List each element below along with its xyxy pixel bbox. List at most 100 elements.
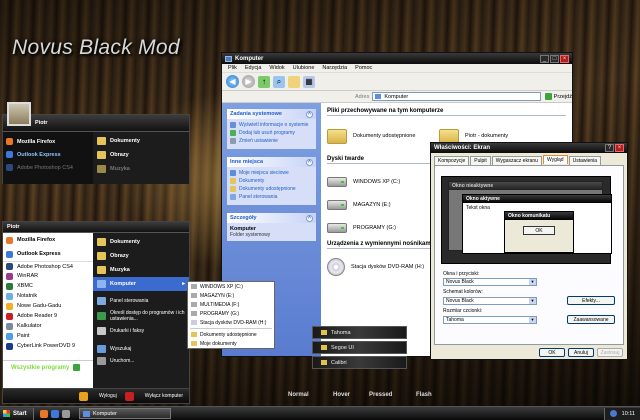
show-desktop-icon[interactable]	[62, 409, 70, 418]
pinned-programs: Mozilla Firefox Outlook Express Adobe Ph…	[3, 233, 93, 388]
search-icon[interactable]: ⌕	[273, 75, 285, 88]
outlook-icon[interactable]	[51, 409, 59, 418]
minimize-button[interactable]: _	[540, 54, 549, 63]
places-item[interactable]: Dokumenty	[93, 235, 189, 249]
menu-file[interactable]: Plik	[228, 65, 237, 71]
places-item[interactable]: Obrazy	[93, 249, 189, 263]
submenu-item[interactable]: Stacja dysków DVD-RAM (H:)	[188, 318, 274, 327]
places-item[interactable]: Wyszukaj	[93, 343, 189, 355]
program-item[interactable]: Paint	[3, 331, 93, 341]
place-link[interactable]: Dokumenty udostępnione	[230, 186, 313, 192]
submenu-item[interactable]: Dokumenty udostępnione	[188, 330, 274, 339]
views-icon[interactable]: ▦	[303, 75, 315, 88]
start-button[interactable]: Start	[0, 407, 34, 420]
explorer-titlebar[interactable]: Komputer _ □ ×	[222, 53, 572, 64]
firefox-icon[interactable]	[40, 409, 48, 418]
task-link[interactable]: Zmień ustawienie	[230, 138, 313, 144]
font-item-calibri[interactable]: Calibri	[312, 356, 407, 369]
program-item[interactable]: Mozilla Firefox	[3, 233, 93, 247]
taskbar-task-computer[interactable]: Komputer	[79, 408, 171, 419]
folders-icon[interactable]	[288, 75, 300, 88]
explorer-menubar: Plik Edycja Widok Ulubione Narzędzia Pom…	[222, 64, 572, 73]
program-item[interactable]: Nowe Gadu-Gadu	[3, 301, 93, 311]
collapse-icon[interactable]: ˄	[306, 110, 313, 118]
menu-view[interactable]: Widok	[269, 65, 284, 71]
program-item[interactable]: Notatnik	[3, 291, 93, 301]
place-link[interactable]: Moje miejsca sieciowe	[230, 170, 313, 176]
font-size-select[interactable]: Tahoma ▼	[443, 315, 537, 324]
places-label: Muzyka	[110, 166, 130, 172]
back-button[interactable]: ◀	[226, 75, 239, 88]
display-properties-dialog[interactable]: Właściwości: Ekran ? × Kompozycje Pulpit…	[430, 142, 628, 360]
close-button[interactable]: ×	[615, 144, 624, 152]
submenu-item[interactable]: WINDOWS XP (C:)	[188, 282, 274, 291]
task-link[interactable]: Dodaj lub usuń programy	[230, 130, 313, 136]
address-input[interactable]: Komputer	[372, 92, 541, 101]
program-item[interactable]: Adobe Photoshop CS4	[3, 161, 93, 174]
places-item[interactable]: Drukarki i faksy	[93, 325, 189, 337]
help-button[interactable]: ?	[605, 144, 614, 152]
apply-button[interactable]: Zastosuj	[597, 348, 623, 357]
pane-header[interactable]: Inne miejsca ˄	[227, 157, 316, 167]
tab-themes[interactable]: Kompozycje	[434, 156, 470, 165]
collapse-icon[interactable]: ˄	[306, 158, 313, 166]
collapse-icon[interactable]: ˄	[306, 214, 313, 222]
submenu-item[interactable]: MAGAZYN (E:)	[188, 291, 274, 300]
places-item[interactable]: Uruchom...	[93, 355, 189, 367]
pane-header[interactable]: Szczegóły ˄	[227, 213, 316, 223]
pane-header[interactable]: Zadania systemowe ˄	[227, 109, 316, 119]
go-button[interactable]: Przejdź	[544, 93, 572, 100]
task-link[interactable]: Wyświetl informacje o systemie	[230, 122, 313, 128]
ok-button[interactable]: OK	[539, 348, 565, 357]
program-item[interactable]: Adobe Reader 9	[3, 311, 93, 321]
places-label: Uruchom...	[110, 358, 135, 364]
clock[interactable]: 10:11	[622, 411, 635, 417]
close-button[interactable]: ×	[560, 54, 569, 63]
font-menu: Tahoma Segoe UI Calibri	[312, 326, 407, 371]
submenu-item[interactable]: Moje dokumenty	[188, 339, 274, 348]
advanced-button[interactable]: Zaawansowane	[567, 315, 615, 324]
color-scheme-select[interactable]: Novus Black ▼	[443, 296, 537, 305]
places-item[interactable]: Obrazy	[93, 148, 189, 162]
program-item[interactable]: Kalkulator	[3, 321, 93, 331]
program-item[interactable]: Adobe Photoshop CS4	[3, 261, 93, 271]
tab-screensaver[interactable]: Wygaszacz ekranu	[491, 156, 542, 165]
program-item[interactable]: XBMC	[3, 281, 93, 291]
program-item[interactable]: Outlook Express	[3, 247, 93, 261]
program-item[interactable]: Mozilla Firefox	[3, 135, 93, 148]
forward-button[interactable]: ▶	[242, 75, 255, 88]
place-link[interactable]: Dokumenty	[230, 178, 313, 184]
tab-settings[interactable]: Ustawienia	[568, 156, 602, 165]
shared-docs-item[interactable]: Dokumenty udostępnione	[327, 128, 439, 144]
submenu-item[interactable]: MULTIMEDIA (F:)	[188, 300, 274, 309]
font-item-tahoma[interactable]: Tahoma	[312, 326, 407, 339]
effects-button[interactable]: Efekty...	[567, 296, 615, 305]
up-folder-icon[interactable]: ↑	[258, 75, 270, 88]
menu-favorites[interactable]: Ulubione	[293, 65, 315, 71]
menu-edit[interactable]: Edycja	[245, 65, 262, 71]
places-item[interactable]: Dokumenty	[93, 134, 189, 148]
menu-help[interactable]: Pomoc	[355, 65, 372, 71]
submenu-arrow-icon: ▸	[182, 281, 185, 287]
tab-desktop[interactable]: Pulpit	[470, 156, 491, 165]
pane-title: Inne miejsca	[230, 159, 264, 165]
places-item[interactable]: Określ dostęp do programów i ich ustawie…	[93, 307, 189, 325]
dialog-titlebar[interactable]: Właściwości: Ekran ? ×	[431, 143, 627, 153]
program-item[interactable]: WinRAR	[3, 271, 93, 281]
menu-tools[interactable]: Narzędzia	[322, 65, 347, 71]
places-item[interactable]: Muzyka	[93, 263, 189, 277]
program-item[interactable]: CyberLink PowerDVD 9	[3, 341, 93, 351]
place-link[interactable]: Panel sterowania	[230, 194, 313, 200]
cancel-button[interactable]: Anuluj	[568, 348, 594, 357]
font-item-segoe[interactable]: Segoe UI	[312, 341, 407, 354]
places-item[interactable]: Panel sterowania	[93, 295, 189, 307]
all-programs-button[interactable]: Wszystkie programy	[3, 360, 93, 374]
places-item-computer[interactable]: Komputer ▸	[93, 277, 189, 291]
submenu-item[interactable]: PROGRAMY (G:)	[188, 309, 274, 318]
tab-appearance[interactable]: Wygląd	[542, 155, 568, 164]
windows-buttons-select[interactable]: Novus Black ▼	[443, 278, 537, 286]
maximize-button[interactable]: □	[550, 54, 559, 63]
places-item[interactable]: Muzyka	[93, 162, 189, 176]
network-icon[interactable]	[609, 410, 617, 417]
program-item[interactable]: Outlook Express	[3, 148, 93, 161]
